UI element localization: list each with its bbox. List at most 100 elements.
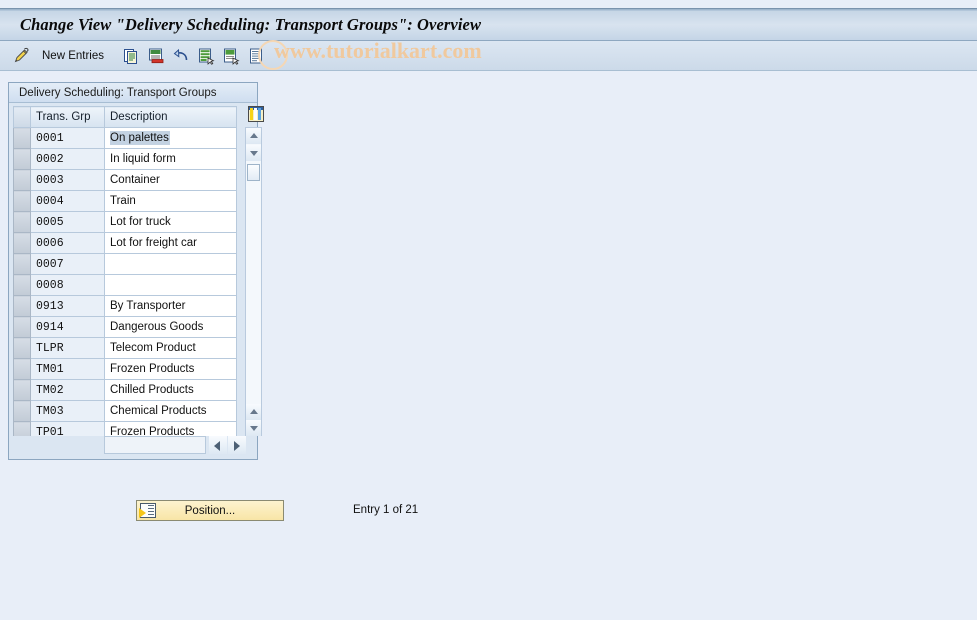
column-header-description[interactable]: Description	[104, 106, 237, 128]
copy-icon	[122, 47, 140, 65]
scroll-down-button[interactable]	[246, 145, 261, 161]
cell-description[interactable]: In liquid form	[104, 148, 237, 170]
print-icon	[247, 47, 265, 65]
column-header-trans-grp[interactable]: Trans. Grp	[30, 106, 105, 128]
cell-trans-grp[interactable]: 0005	[30, 211, 105, 233]
cell-description[interactable]: Lot for freight car	[104, 232, 237, 254]
position-icon-arrow	[139, 508, 146, 518]
page-title: Change View "Delivery Scheduling: Transp…	[20, 14, 482, 34]
cell-description[interactable]	[104, 274, 237, 296]
row-select-cell[interactable]	[13, 295, 31, 317]
row-select-cell[interactable]	[13, 253, 31, 275]
row-select-cell[interactable]	[13, 211, 31, 233]
cell-trans-grp[interactable]: TM03	[30, 400, 105, 422]
cell-description[interactable]: Frozen Products	[104, 358, 237, 380]
cell-description[interactable]: Train	[104, 190, 237, 212]
row-select-cell[interactable]	[13, 316, 31, 338]
table-body: 0001 On palettes 0002 In liquid form 0003 Con…	[13, 127, 237, 443]
print-button[interactable]	[247, 44, 265, 68]
pencil-icon	[12, 47, 30, 65]
cell-description[interactable]: Telecom Product	[104, 337, 237, 359]
scroll-page-up-button[interactable]	[246, 404, 261, 420]
cell-description[interactable]: Dangerous Goods	[104, 316, 237, 338]
window-title-bar: Change View "Delivery Scheduling: Transp…	[0, 8, 977, 41]
position-icon-lines	[148, 505, 154, 516]
delete-icon	[147, 47, 165, 65]
table-row[interactable]: 0007	[13, 253, 237, 275]
position-button-label: Position...	[184, 504, 236, 517]
scroll-left-button[interactable]	[209, 436, 227, 454]
delete-button[interactable]	[147, 44, 165, 68]
display-change-button[interactable]	[12, 44, 30, 68]
row-select-cell[interactable]	[13, 127, 31, 149]
position-icon	[139, 503, 156, 518]
cell-description[interactable]: Chilled Products	[104, 379, 237, 401]
table-row[interactable]: 0913 By Transporter	[13, 295, 237, 317]
grid-horizontal-field[interactable]	[104, 436, 206, 454]
table-row[interactable]: 0004 Train	[13, 190, 237, 212]
cell-trans-grp[interactable]: 0006	[30, 232, 105, 254]
table-row[interactable]: 0001 On palettes	[13, 127, 237, 149]
row-select-cell[interactable]	[13, 232, 31, 254]
cell-trans-grp[interactable]: TLPR	[30, 337, 105, 359]
copy-button[interactable]	[122, 44, 140, 68]
cell-description[interactable]	[104, 253, 237, 275]
panel-title: Delivery Scheduling: Transport Groups	[9, 83, 257, 103]
cell-trans-grp[interactable]: 0004	[30, 190, 105, 212]
row-select-cell[interactable]	[13, 358, 31, 380]
cell-description[interactable]: On palettes	[104, 127, 237, 149]
details-button[interactable]	[197, 44, 215, 68]
scroll-thumb[interactable]	[247, 164, 260, 181]
entry-status: Entry 1 of 21	[353, 504, 419, 516]
table-header-row: Trans. Grp Description	[13, 106, 237, 128]
grid-vertical-scrollbar[interactable]	[245, 127, 262, 436]
new-entries-label: New Entries	[42, 49, 104, 62]
cell-description[interactable]: Chemical Products	[104, 400, 237, 422]
table-row[interactable]: 0005 Lot for truck	[13, 211, 237, 233]
row-select-cell[interactable]	[13, 379, 31, 401]
cell-trans-grp[interactable]: TM01	[30, 358, 105, 380]
new-entries-button[interactable]: New Entries	[36, 44, 104, 68]
table-row[interactable]: TM02 Chilled Products	[13, 379, 237, 401]
column-header-select[interactable]	[13, 106, 31, 128]
details-icon	[197, 47, 215, 65]
cell-trans-grp[interactable]: 0003	[30, 169, 105, 191]
table-row[interactable]: 0006 Lot for freight car	[13, 232, 237, 254]
cell-description[interactable]: By Transporter	[104, 295, 237, 317]
cell-trans-grp[interactable]: 0002	[30, 148, 105, 170]
row-select-cell[interactable]	[13, 274, 31, 296]
position-button[interactable]: Position...	[136, 500, 284, 521]
main-toolbar: New Entries	[0, 41, 977, 71]
grid-horizontal-strip	[13, 436, 254, 455]
scroll-up-button[interactable]	[246, 128, 261, 144]
scroll-right-button[interactable]	[228, 436, 246, 454]
table-row[interactable]: 0008	[13, 274, 237, 296]
table-row[interactable]: 0914 Dangerous Goods	[13, 316, 237, 338]
selected-text: On palettes	[110, 131, 170, 145]
cell-trans-grp[interactable]: 0007	[30, 253, 105, 275]
table-row[interactable]: TLPR Telecom Product	[13, 337, 237, 359]
cell-trans-grp[interactable]: TM02	[30, 379, 105, 401]
variant-button[interactable]	[222, 44, 240, 68]
row-select-cell[interactable]	[13, 400, 31, 422]
table-row[interactable]: TM01 Frozen Products	[13, 358, 237, 380]
row-select-cell[interactable]	[13, 169, 31, 191]
table-row[interactable]: 0002 In liquid form	[13, 148, 237, 170]
column-config-stripe-white	[254, 108, 257, 120]
row-select-cell[interactable]	[13, 337, 31, 359]
cell-trans-grp[interactable]: 0914	[30, 316, 105, 338]
grid-container: Trans. Grp Description 0001 On palettes 00…	[13, 106, 254, 443]
table-row[interactable]: TM03 Chemical Products	[13, 400, 237, 422]
variant-icon	[222, 47, 240, 65]
row-select-cell[interactable]	[13, 190, 31, 212]
scroll-page-down-button[interactable]	[246, 420, 261, 436]
cell-trans-grp[interactable]: 0008	[30, 274, 105, 296]
transport-groups-panel: Delivery Scheduling: Transport Groups Tr…	[8, 82, 264, 460]
table-row[interactable]: 0003 Container	[13, 169, 237, 191]
undo-button[interactable]	[172, 44, 190, 68]
cell-trans-grp[interactable]: 0913	[30, 295, 105, 317]
cell-trans-grp[interactable]: 0001	[30, 127, 105, 149]
cell-description[interactable]: Lot for truck	[104, 211, 237, 233]
row-select-cell[interactable]	[13, 148, 31, 170]
cell-description[interactable]: Container	[104, 169, 237, 191]
